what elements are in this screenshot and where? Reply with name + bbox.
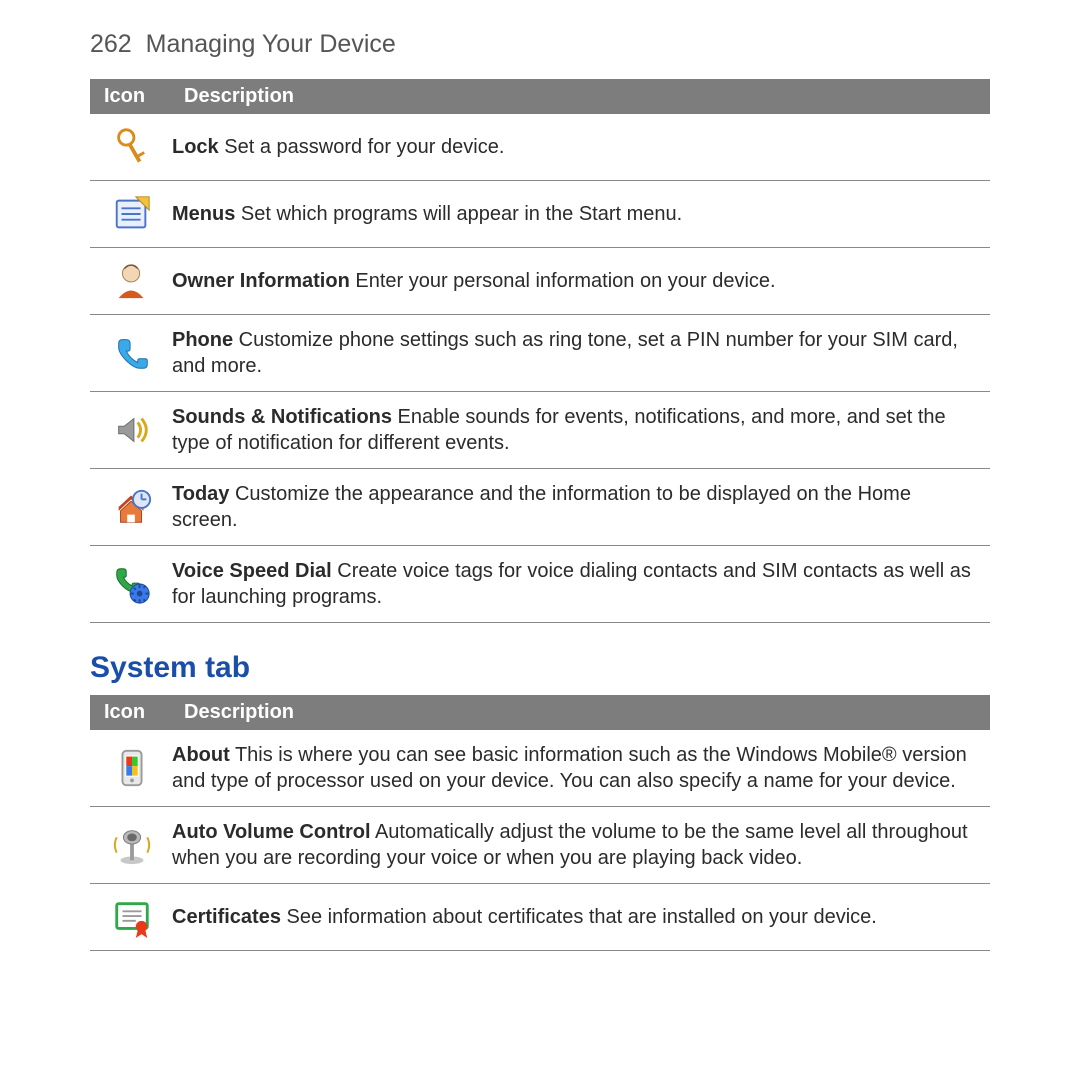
row-description: Certificates See information about certi… <box>172 904 988 930</box>
table1-header: Icon Description <box>90 79 990 114</box>
sounds-icon <box>92 409 172 451</box>
table-row: Menus Set which programs will appear in … <box>90 181 990 248</box>
table-row: Sounds & Notifications Enable sounds for… <box>90 392 990 469</box>
table1-header-icon: Icon <box>104 85 184 108</box>
table1-body: Lock Set a password for your device. Menu… <box>90 114 990 623</box>
row-description: Lock Set a password for your device. <box>172 134 988 160</box>
key-icon <box>92 126 172 168</box>
certificates-icon <box>92 896 172 938</box>
table-row: Voice Speed Dial Create voice tags for v… <box>90 546 990 623</box>
today-icon <box>92 486 172 528</box>
table2-header-icon: Icon <box>104 701 184 724</box>
row-description: Voice Speed Dial Create voice tags for v… <box>172 558 988 610</box>
table1-header-desc: Description <box>184 85 976 108</box>
row-description: Today Customize the appearance and the i… <box>172 481 988 533</box>
about-icon <box>92 747 172 789</box>
table-row: Certificates See information about certi… <box>90 884 990 951</box>
system-tab-heading: System tab <box>90 651 990 685</box>
phone-icon <box>92 332 172 374</box>
row-description: Phone Customize phone settings such as r… <box>172 327 988 379</box>
voice-speed-dial-icon <box>92 563 172 605</box>
table2-header: Icon Description <box>90 695 990 730</box>
table2-body: About This is where you can see basic in… <box>90 730 990 951</box>
page-title: Managing Your Device <box>146 30 396 58</box>
row-description: Auto Volume Control Automatically adjust… <box>172 819 988 871</box>
table-row: Auto Volume Control Automatically adjust… <box>90 807 990 884</box>
page-header: 262 Managing Your Device <box>90 30 990 59</box>
row-description: Menus Set which programs will appear in … <box>172 201 988 227</box>
page-number: 262 <box>90 30 132 58</box>
table-row: Lock Set a password for your device. <box>90 114 990 181</box>
table-row: About This is where you can see basic in… <box>90 730 990 807</box>
owner-icon <box>92 260 172 302</box>
table-row: Today Customize the appearance and the i… <box>90 469 990 546</box>
auto-volume-icon <box>92 824 172 866</box>
table2-header-desc: Description <box>184 701 976 724</box>
menus-icon <box>92 193 172 235</box>
row-description: Sounds & Notifications Enable sounds for… <box>172 404 988 456</box>
table-row: Owner Information Enter your personal in… <box>90 248 990 315</box>
row-description: About This is where you can see basic in… <box>172 742 988 794</box>
table-row: Phone Customize phone settings such as r… <box>90 315 990 392</box>
row-description: Owner Information Enter your personal in… <box>172 268 988 294</box>
